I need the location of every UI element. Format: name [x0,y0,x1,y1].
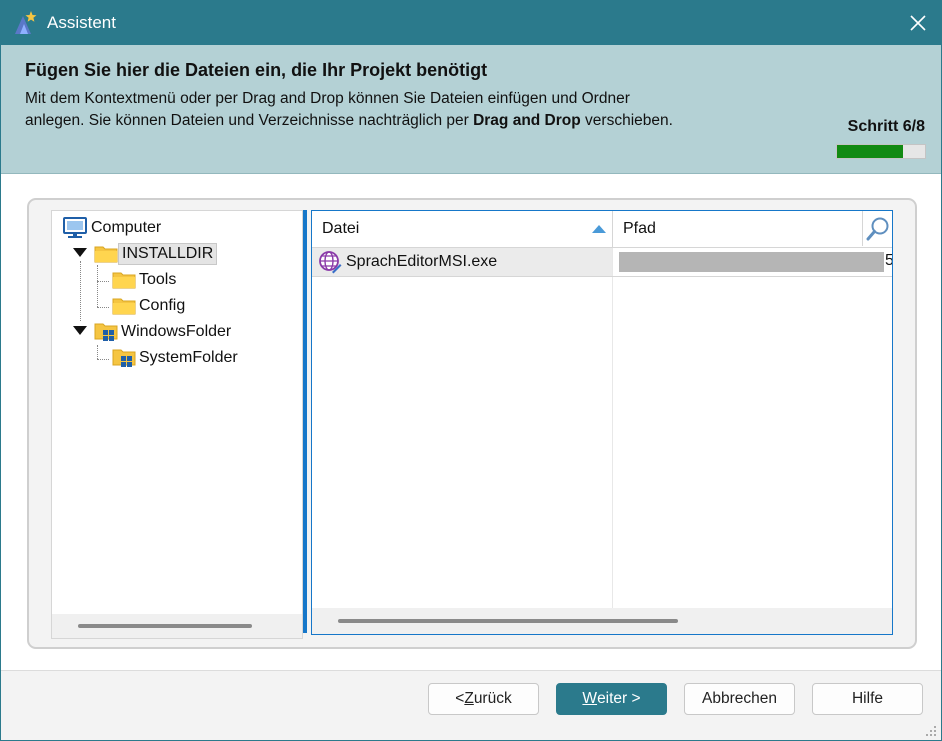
tree-node-installdir[interactable]: INSTALLDIR [94,242,218,266]
back-button-label: urück [473,690,512,707]
back-button-prefix: < [455,690,465,707]
step-progress-fill [837,145,903,158]
next-button-mnemonic: W [582,690,598,707]
path-cell: 5 [613,248,892,276]
next-button-label: eiter > [597,690,641,707]
column-separator [612,248,613,608]
path-visible-tail: 5 [885,252,892,270]
tree-connector [80,261,81,321]
page-heading: Fügen Sie hier die Dateien ein, die Ihr … [25,60,488,80]
close-button[interactable] [895,1,941,45]
path-column-background [613,248,892,608]
folder-icon [94,246,118,263]
tree-node-tools[interactable]: Tools [112,268,179,292]
tree-node-windowsfolder[interactable]: WindowsFolder [94,320,234,344]
tree-node-systemfolder[interactable]: SystemFolder [112,346,241,370]
close-icon [910,15,926,31]
wizard-window: Assistent Fügen Sie hier die Dateien ein… [0,0,942,741]
description-line-2-end: verschieben. [580,112,673,129]
description-line-1: Mit dem Kontextmenü oder per Drag and Dr… [25,90,630,107]
column-header-datei[interactable]: Datei [312,211,613,247]
sort-ascending-icon [592,225,606,233]
title-bar: Assistent [1,1,941,45]
files-frame: Computer INSTALLDIR Tools Config Windows… [27,198,917,649]
search-icon [866,217,888,240]
step-indicator: Schritt 6/8 [847,118,925,135]
computer-icon [63,217,87,238]
back-button-mnemonic: Z [464,690,474,707]
tree-node-label: Config [139,297,186,314]
resize-grip-icon[interactable] [925,725,937,737]
collapse-triangle-icon[interactable] [73,248,87,258]
column-header-pfad[interactable]: Pfad [613,211,862,247]
content-area: Computer INSTALLDIR Tools Config Windows… [1,174,941,670]
collapse-triangle-icon[interactable] [73,326,87,336]
tree-node-config[interactable]: Config [112,294,188,318]
description-drag-and-drop: Drag and Drop [473,112,581,129]
list-scrollbar-thumb[interactable] [338,619,678,623]
step-progress-bar [836,144,926,159]
column-header-label: Pfad [623,220,656,237]
tree-connector [97,265,98,307]
back-button[interactable]: < Zurück [428,683,539,715]
pane-splitter[interactable] [303,210,307,633]
folder-tree[interactable]: Computer INSTALLDIR Tools Config Windows… [51,210,303,639]
tree-connector [97,345,98,359]
tree-connector [97,359,109,360]
list-horizontal-scrollbar[interactable] [312,608,892,634]
description-line-2: anlegen. Sie können Dateien und Verzeich… [25,112,673,130]
windows-folder-icon [94,323,118,341]
column-header-label: Datei [322,220,360,237]
tree-connector [97,281,109,282]
table-row[interactable]: SprachEditorMSI.exe 5 [312,248,892,277]
wizard-app-icon [15,11,37,34]
wizard-header: Fügen Sie hier die Dateien ein, die Ihr … [1,45,941,174]
folder-icon [112,298,136,315]
tree-connector [97,307,109,308]
tree-scrollbar-thumb[interactable] [78,624,252,628]
tree-node-label: Tools [139,271,177,288]
search-button[interactable] [862,211,892,246]
file-cell: SprachEditorMSI.exe [312,248,612,276]
file-list[interactable]: Datei Pfad SprachEditorMSI.exe [311,210,893,635]
tree-node-label: WindowsFolder [121,323,232,340]
globe-exe-icon [319,251,342,274]
tree-node-label: SystemFolder [139,349,238,366]
tree-node-label: INSTALLDIR [118,243,218,265]
window-title: Assistent [47,13,116,32]
wizard-footer: < Zurück Weiter > Abbrechen Hilfe [1,670,941,740]
description-line-2-start: anlegen. Sie können Dateien und Verzeich… [25,112,474,129]
tree-horizontal-scrollbar[interactable] [52,614,302,638]
help-button[interactable]: Hilfe [812,683,923,715]
file-list-header: Datei Pfad [312,211,892,248]
tree-node-label: Computer [91,219,162,236]
file-name: SprachEditorMSI.exe [346,253,498,270]
redacted-path [619,252,884,272]
tree-node-computer[interactable]: Computer [62,216,164,240]
windows-folder-icon [112,349,136,367]
folder-icon [112,272,136,289]
next-button[interactable]: Weiter > [556,683,667,715]
cancel-button[interactable]: Abbrechen [684,683,795,715]
